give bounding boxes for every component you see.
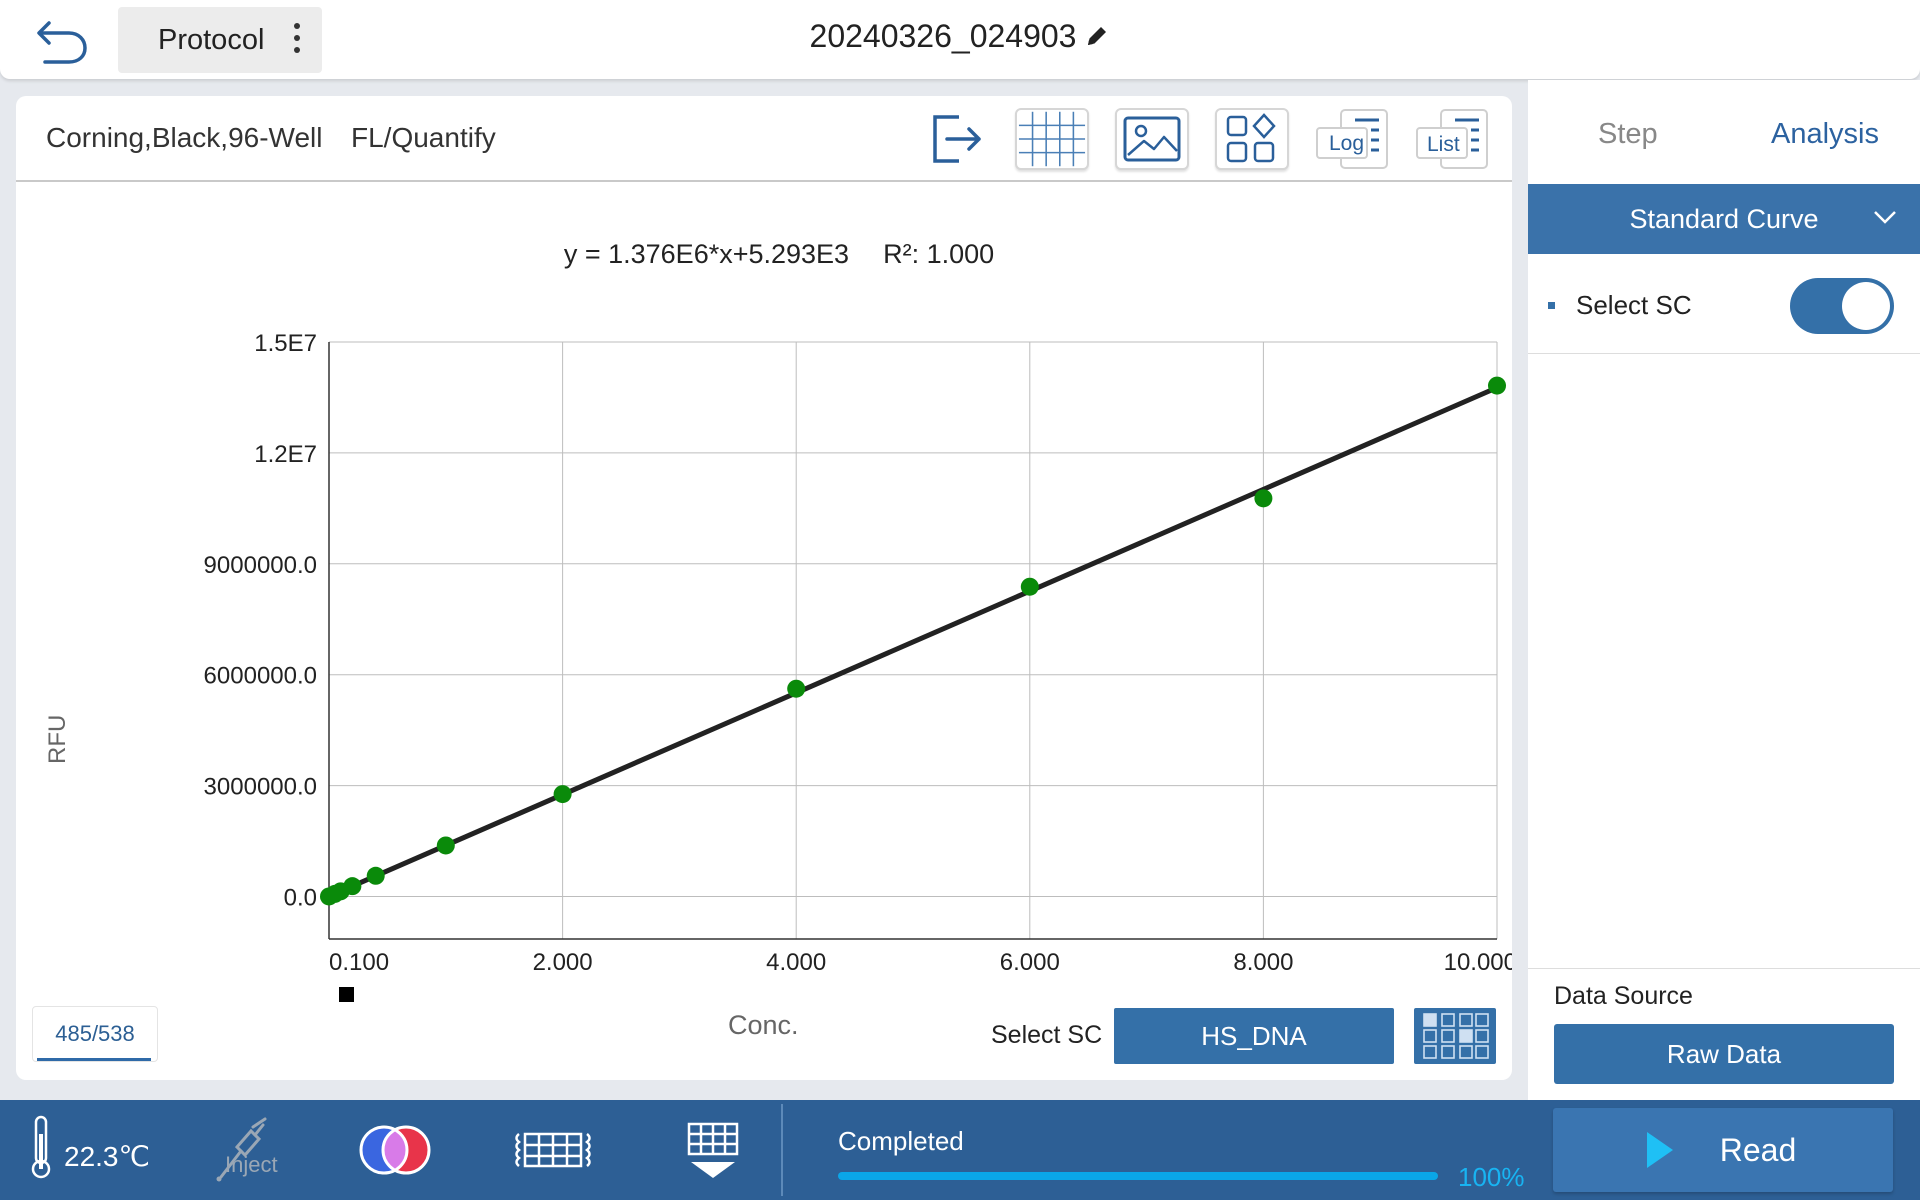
x-tick-label: 8.000 [1233, 949, 1293, 976]
select-sc-label: Select SC [991, 1021, 1103, 1049]
chart-card: Corning,Black,96-Well FL/Quantify Log Li… [16, 96, 1512, 1080]
plate-eject-icon [687, 1122, 739, 1178]
select-sc-toggle[interactable] [1790, 278, 1894, 334]
inject-button[interactable] [196, 1110, 286, 1190]
data-point [553, 785, 572, 804]
inject-label: Inject [225, 1152, 278, 1177]
temperature-value: 22.3℃ [64, 1140, 150, 1172]
data-source-select[interactable]: Raw Data [1554, 1024, 1894, 1084]
progress-bar [838, 1172, 1438, 1180]
divider [781, 1104, 783, 1196]
x-axis-label: Conc. [728, 1010, 799, 1040]
analysis-panel: Step Analysis Standard Curve Select SC D… [1528, 80, 1920, 1100]
data-point [1020, 577, 1039, 596]
data-point [787, 679, 806, 698]
data-point [1488, 376, 1506, 395]
plate-map-icon [515, 1132, 591, 1168]
progress-percent: 100% [1458, 1162, 1525, 1192]
channel-button[interactable] [355, 1110, 435, 1190]
x-tick-label: 4.000 [766, 949, 826, 976]
color-channels-icon [359, 1125, 431, 1175]
experiment-title: 20240326_024903 [0, 18, 1920, 55]
x-tick-label: 6.000 [1000, 949, 1060, 976]
tab-analysis[interactable]: Analysis [1771, 118, 1879, 151]
bullet-marker [1548, 302, 1555, 309]
play-icon [1647, 1132, 1673, 1168]
y-tick-label: 9000000.0 [204, 552, 317, 579]
divider [1528, 968, 1920, 969]
fit-line [328, 385, 1498, 899]
plate-layout-button[interactable] [1414, 1008, 1496, 1064]
temperature-readout: 22.3℃ [28, 1114, 150, 1180]
data-point [1254, 489, 1273, 508]
status-bar: 22.3℃ Inject Completed 100% Read [0, 1100, 1920, 1200]
read-button[interactable]: Read [1553, 1108, 1893, 1192]
standard-curve-select[interactable]: HS_DNA [1114, 1008, 1394, 1064]
data-point [366, 866, 385, 885]
data-source-label: Data Source [1554, 982, 1693, 1010]
plate-grid-icon [1423, 1013, 1489, 1059]
thermometer-icon [31, 1115, 51, 1179]
x-tick-label: 10.000 [1444, 949, 1512, 976]
y-tick-label: 1.5E7 [254, 330, 317, 357]
plate-map-button[interactable] [510, 1110, 596, 1190]
progress-fill [838, 1172, 1438, 1180]
experiment-title-text: 20240326_024903 [809, 18, 1077, 54]
plate-eject-button[interactable] [680, 1110, 746, 1190]
select-sc-row: Select SC [1528, 254, 1920, 354]
run-status: Completed [838, 1126, 964, 1156]
wavelength-tab[interactable]: 485/538 [32, 1006, 158, 1062]
standard-curve-chart[interactable]: 0.0 3000000.0 6000000.0 9000000.0 1.2E7 1.5E7… [16, 96, 1512, 996]
standard-curve-header[interactable]: Standard Curve [1528, 184, 1920, 254]
y-tick-label: 0.0 [284, 884, 317, 911]
y-tick-label: 3000000.0 [204, 774, 317, 801]
toggle-knob [1842, 282, 1890, 330]
top-bar: Protocol 20240326_024903 [0, 0, 1920, 79]
read-label: Read [1719, 1131, 1797, 1168]
standard-curve-title: Standard Curve [1629, 203, 1819, 234]
data-point [343, 877, 362, 896]
y-tick-label: 1.2E7 [254, 441, 317, 468]
y-axis-label: RFU [44, 714, 71, 764]
tab-step[interactable]: Step [1598, 118, 1658, 151]
data-point [436, 836, 455, 855]
legend-marker [339, 987, 354, 1002]
edit-pencil-icon[interactable] [1084, 23, 1110, 49]
x-tick-label: 0.100 [329, 949, 389, 976]
y-tick-label: 6000000.0 [204, 663, 317, 690]
select-sc-toggle-label: Select SC [1576, 290, 1692, 320]
chevron-down-icon [1874, 211, 1896, 224]
x-tick-label: 2.000 [533, 949, 593, 976]
